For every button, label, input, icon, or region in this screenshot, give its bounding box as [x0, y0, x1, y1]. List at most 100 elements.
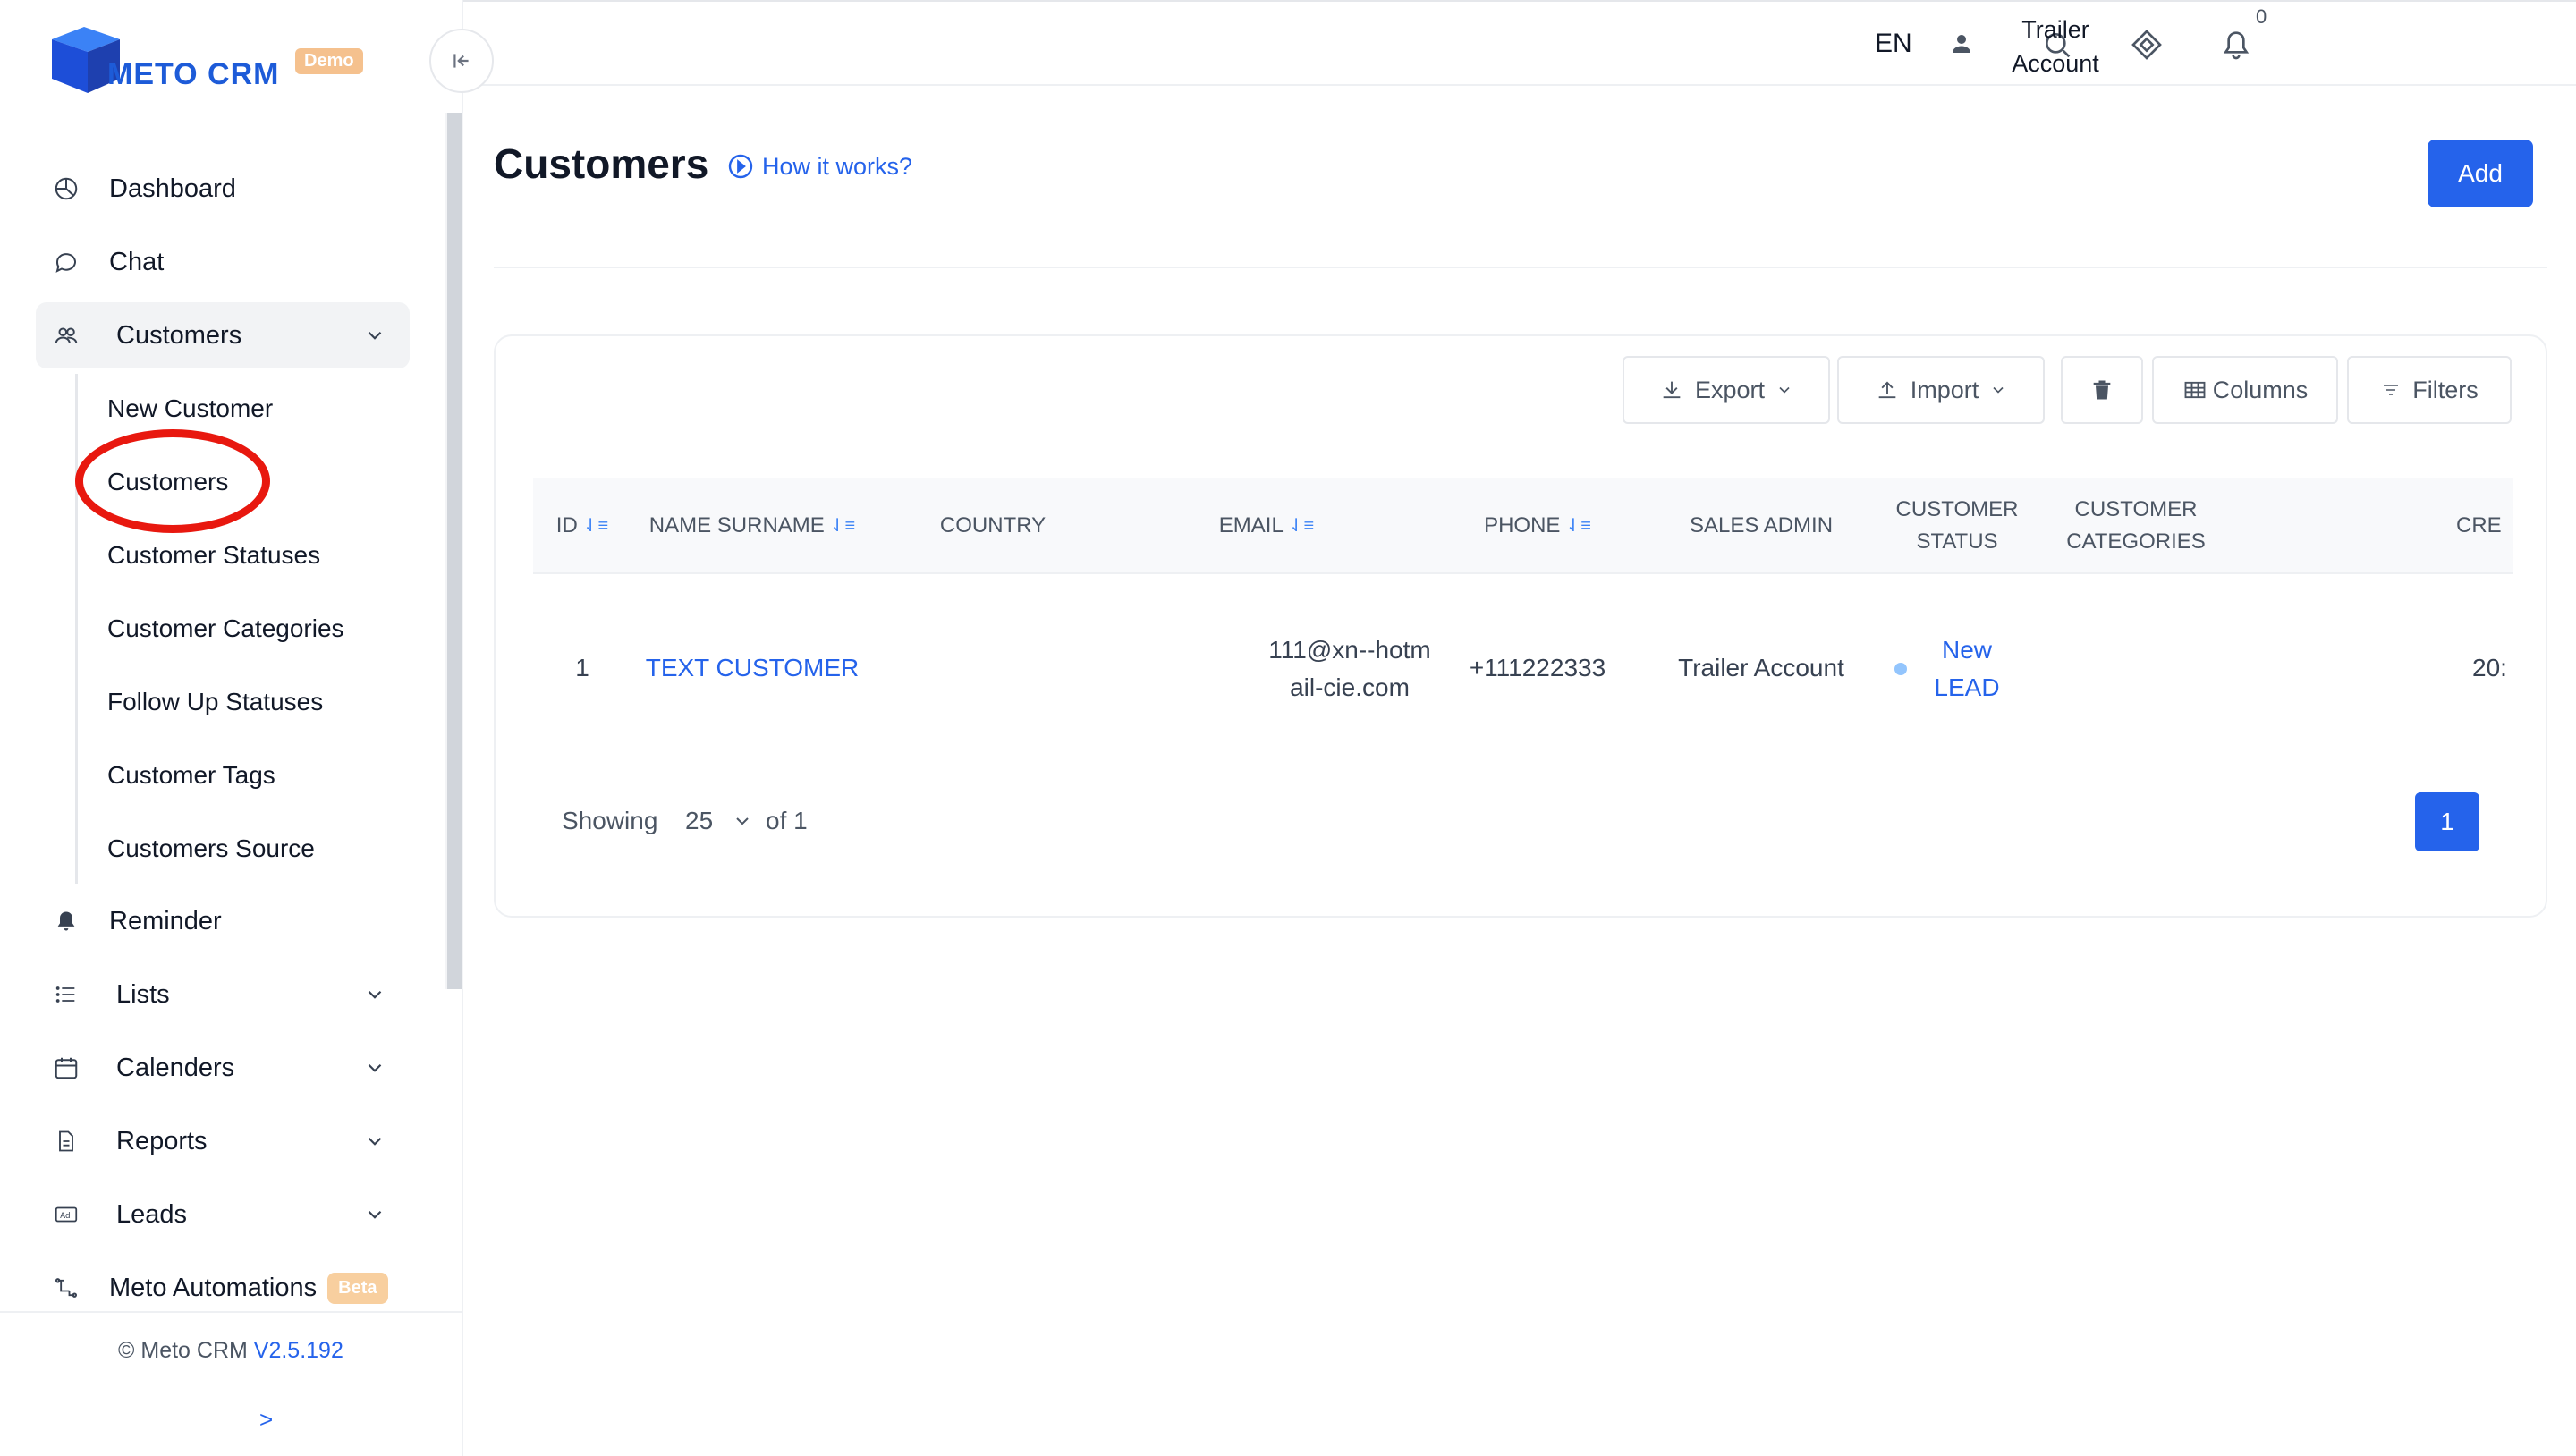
cell-id: 1 [575, 654, 589, 681]
sidebar-item-reminder[interactable]: Reminder [36, 888, 410, 954]
sidebar-item-lists[interactable]: Lists [36, 961, 410, 1028]
filter-icon [2384, 385, 2399, 395]
dashboard-icon [48, 171, 84, 207]
notification-count: 0 [2256, 5, 2267, 28]
sidebar-item-customers[interactable]: Customers [36, 302, 410, 368]
sort-icon: ⇃≡ [1288, 516, 1315, 536]
demo-badge: Demo [295, 48, 363, 74]
beta-badge: Beta [327, 1272, 388, 1304]
automation-icon [48, 1270, 84, 1306]
cell-created: 20: [2472, 654, 2507, 681]
chevron-down-icon[interactable] [732, 810, 753, 832]
table-columns-icon [2184, 381, 2206, 399]
sidebar-item-reports[interactable]: Reports [36, 1108, 410, 1174]
version-link[interactable]: V2.5.192 [254, 1338, 343, 1363]
filters-button[interactable]: Filters [2347, 356, 2512, 424]
expand-sidebar-button[interactable]: > [259, 1406, 273, 1434]
cell-sales-admin: Trailer Account [1678, 654, 1844, 681]
divider [494, 267, 2547, 268]
column-header-label: NAME SURNAME [648, 513, 825, 538]
pagination-total: of 1 [766, 807, 808, 834]
submenu-item-follow-up-statuses[interactable]: Follow Up Statuses [107, 680, 323, 724]
chevron-down-icon [368, 1137, 382, 1146]
chat-icon [48, 244, 84, 280]
sidebar: METO CRM Demo Dashboard Chat Customers N… [0, 0, 463, 1456]
sidebar-item-dashboard[interactable]: Dashboard [36, 156, 410, 222]
submenu-item-customer-statuses[interactable]: Customer Statuses [107, 533, 320, 578]
columns-label: Columns [2212, 376, 2309, 403]
language-selector[interactable]: EN [1875, 29, 1912, 59]
page-number-button[interactable]: 1 [2415, 792, 2479, 851]
chevron-down-icon [368, 331, 382, 340]
copyright-text: © Meto CRM [118, 1338, 248, 1363]
version-info: © Meto CRM V2.5.192 [118, 1338, 343, 1364]
collapse-sidebar-button[interactable] [429, 29, 494, 93]
column-header-label: EMAIL [1218, 513, 1284, 538]
sidebar-item-label: Reminder [109, 906, 222, 935]
sidebar-item-leads[interactable]: Ad Leads [36, 1181, 410, 1248]
pagination-showing-label: Showing [562, 807, 658, 834]
sidebar-footer: © Meto CRM V2.5.192 > [0, 1311, 463, 1456]
sidebar-item-calenders[interactable]: Calenders [36, 1035, 410, 1101]
column-header-email[interactable]: EMAIL ⇃≡ [1113, 478, 1420, 574]
sidebar-item-chat[interactable]: Chat [36, 229, 410, 295]
export-button[interactable]: Export [1623, 356, 1830, 424]
chevron-down-icon [368, 1063, 382, 1072]
top-bar: 0 EN Trailer Account [463, 0, 2576, 86]
add-customer-button[interactable]: Add [2428, 140, 2533, 207]
column-header-phone[interactable]: PHONE ⇃≡ [1420, 478, 1655, 574]
user-account-menu[interactable]: Trailer Account [1984, 13, 2127, 80]
sidebar-item-label: Lists [116, 979, 170, 1009]
status-dot [1894, 663, 1907, 675]
notification-bell-icon[interactable] [2218, 27, 2254, 63]
chevron-down-icon [1779, 386, 1790, 394]
column-header-customer-categories[interactable]: CUSTOMER CATEGORIES [2046, 478, 2225, 574]
export-label: Export [1694, 376, 1766, 403]
customer-name-link[interactable]: TEXT CUSTOMER [631, 649, 873, 687]
column-header-label: CUSTOMER CATEGORIES [2066, 497, 2206, 554]
column-header-label: PHONE [1484, 513, 1561, 538]
svg-text:Ad: Ad [60, 1212, 70, 1221]
trash-icon [2093, 380, 2111, 400]
cell-email: 111@xn--hotmail-cie.com [1268, 636, 1431, 701]
sidebar-item-label: Reports [116, 1126, 208, 1155]
brand-name: METO CRM [107, 57, 280, 91]
sidebar-item-label: Chat [109, 247, 165, 276]
delete-button[interactable] [2061, 356, 2143, 424]
import-button[interactable]: Import [1837, 356, 2045, 424]
column-header-created[interactable]: CRE [2456, 478, 2519, 574]
sidebar-item-label: Meto Automations [109, 1273, 318, 1302]
submenu-item-new-customer[interactable]: New Customer [107, 386, 273, 431]
diamond-apps-icon[interactable] [2129, 27, 2165, 63]
bell-icon [48, 903, 84, 939]
column-header-customer-status[interactable]: CUSTOMER STATUS [1868, 478, 2046, 574]
page-size-select[interactable]: 25 [685, 807, 713, 835]
submenu-item-customer-categories[interactable]: Customer Categories [107, 606, 344, 651]
submenu-item-customers-source[interactable]: Customers Source [107, 826, 315, 871]
brand-logo[interactable]: METO CRM Demo [48, 21, 370, 98]
user-icon [1953, 35, 1970, 53]
customers-table-card: Export Import Columns Filters ID ⇃≡ NAME … [494, 334, 2547, 918]
submenu-item-customer-tags[interactable]: Customer Tags [107, 753, 275, 798]
table-header: ID ⇃≡ NAME SURNAME ⇃≡ COUNTRY EMAIL ⇃≡ PHON… [533, 478, 2513, 574]
sort-icon: ⇃≡ [582, 516, 609, 536]
column-header-name-surname[interactable]: NAME SURNAME ⇃≡ [631, 478, 873, 574]
how-it-works-label: How it works? [762, 152, 913, 180]
sort-icon: ⇃≡ [1565, 516, 1591, 536]
sidebar-scrollbar-thumb[interactable] [447, 113, 462, 989]
download-icon [1663, 381, 1681, 399]
sidebar-item-label: Customers [116, 320, 242, 350]
upload-icon [1878, 381, 1896, 399]
column-header-country[interactable]: COUNTRY [873, 478, 1113, 574]
column-header-id[interactable]: ID ⇃≡ [533, 478, 631, 574]
columns-button[interactable]: Columns [2152, 356, 2338, 424]
status-badge[interactable]: New LEAD [1868, 631, 2046, 707]
column-header-label: SALES ADMIN [1689, 513, 1834, 538]
column-header-label: ID [555, 513, 578, 538]
column-header-sales-admin[interactable]: SALES ADMIN [1655, 478, 1868, 574]
chevron-down-icon [368, 990, 382, 999]
submenu-guide-line [75, 374, 78, 884]
users-icon [48, 317, 84, 353]
how-it-works-link[interactable]: How it works? [726, 152, 912, 181]
status-label: New LEAD [1934, 636, 2000, 701]
